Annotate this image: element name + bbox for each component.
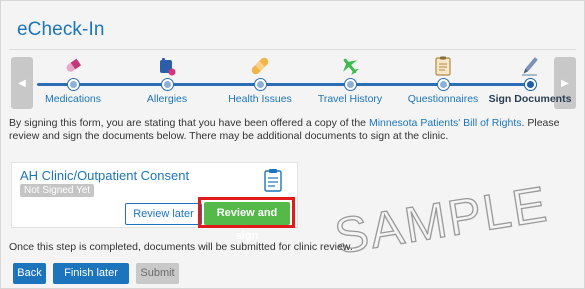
review-later-button[interactable]: Review later	[125, 203, 202, 225]
step-label-travel-history[interactable]: Travel History	[318, 93, 382, 105]
status-badge: Not Signed Yet	[20, 184, 95, 197]
stepper-track	[37, 83, 534, 86]
allergy-icon	[160, 58, 176, 76]
pen-icon	[522, 57, 538, 76]
document-clipboard-icon	[264, 169, 282, 192]
finish-later-button[interactable]: Finish later	[53, 263, 129, 284]
patients-bill-of-rights-link[interactable]: Minnesota Patients' Bill of Rights	[369, 117, 522, 129]
back-button[interactable]: Back	[13, 263, 46, 284]
bandage-icon	[251, 57, 269, 75]
intro-text-before: By signing this form, you are stating th…	[9, 117, 369, 129]
step-label-health-issues[interactable]: Health Issues	[228, 93, 292, 105]
submit-button[interactable]: Submit	[136, 263, 179, 284]
step-dot-sign-documents	[525, 79, 536, 90]
title-divider	[9, 49, 576, 50]
watermark-text: SAMPLE	[331, 179, 552, 261]
chevron-left-icon: ◀	[18, 77, 26, 89]
step-dot-questionnaires	[438, 79, 449, 90]
chevron-right-icon: ▶	[561, 77, 569, 89]
progress-stepper: ◀ ▶ Medications Allergies Health Issues …	[7, 55, 580, 109]
document-title[interactable]: AH Clinic/Outpatient Consent	[20, 168, 189, 183]
pills-icon	[66, 58, 82, 72]
step-dot-health-issues	[255, 79, 266, 90]
clipboard-icon	[435, 56, 451, 76]
step-dot-travel-history	[345, 79, 356, 90]
sample-watermark: SAMPLE	[330, 179, 552, 261]
echeckin-panel: eCheck-In ◀ ▶ Medications Allergies Heal…	[0, 0, 585, 289]
step-label-sign-documents[interactable]: Sign Documents	[489, 93, 572, 105]
submission-note: Once this step is completed, documents w…	[9, 241, 353, 253]
step-dot-medications	[68, 79, 79, 90]
step-dot-allergies	[162, 79, 173, 90]
review-and-sign-button[interactable]: Review and sign	[204, 202, 290, 242]
stepper-prev-button[interactable]: ◀	[11, 57, 33, 109]
step-label-allergies[interactable]: Allergies	[147, 93, 187, 105]
airplane-icon	[343, 58, 359, 76]
document-card: AH Clinic/Outpatient Consent Not Signed …	[11, 162, 298, 242]
page-title: eCheck-In	[17, 19, 105, 40]
intro-text: By signing this form, you are stating th…	[9, 117, 579, 143]
step-label-medications[interactable]: Medications	[45, 93, 101, 105]
step-label-questionnaires[interactable]: Questionnaires	[408, 93, 479, 105]
